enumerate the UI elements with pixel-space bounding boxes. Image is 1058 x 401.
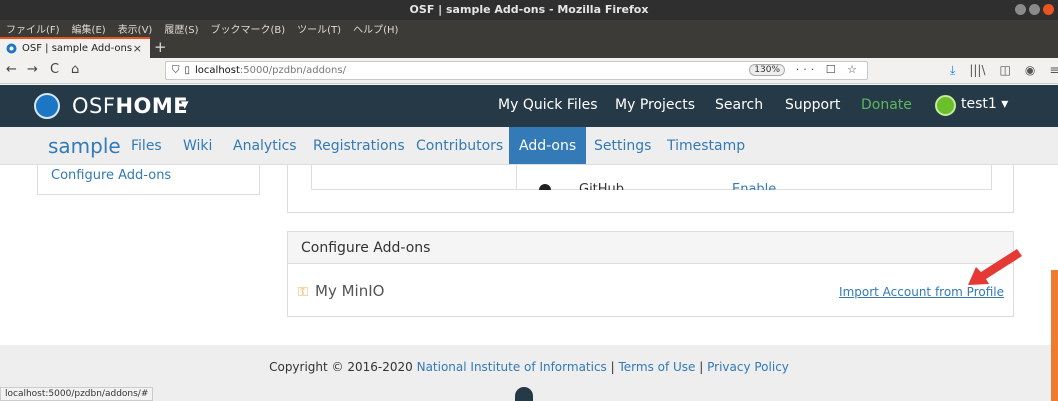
tab-settings[interactable]: Settings bbox=[594, 138, 651, 154]
configure-addons-link[interactable]: Configure Add-ons bbox=[51, 168, 171, 183]
project-nav: sample Files Wiki Analytics Registration… bbox=[0, 127, 1058, 165]
copyright-line: Copyright © 2016-2020 National Institute… bbox=[0, 360, 1058, 374]
nii-link[interactable]: National Institute of Informatics bbox=[417, 360, 607, 374]
tab-wiki[interactable]: Wiki bbox=[183, 138, 212, 154]
tab-files[interactable]: Files bbox=[131, 138, 162, 154]
nav-my-projects[interactable]: My Projects bbox=[615, 97, 695, 113]
window-titlebar: OSF | sample Add-ons - Mozilla Firefox bbox=[0, 0, 1058, 20]
osf-home-brand[interactable]: OSFHOME bbox=[72, 94, 188, 118]
menu-view[interactable]: 表示(V) bbox=[118, 21, 153, 36]
back-icon[interactable]: ← bbox=[6, 62, 17, 77]
tab-close-icon[interactable]: × bbox=[133, 42, 142, 55]
copyright-text: Copyright © 2016-2020 bbox=[269, 360, 413, 374]
new-tab-button[interactable]: + bbox=[154, 38, 167, 56]
status-bar-url: localhost:5000/pzdbn/addons/# bbox=[0, 387, 154, 401]
url-host: localhost bbox=[195, 65, 240, 76]
addon-name: GitHub bbox=[579, 182, 625, 190]
github-footer-icon[interactable] bbox=[515, 387, 533, 401]
panel-header: Configure Add-ons bbox=[288, 232, 1013, 264]
osf-favicon-icon bbox=[6, 43, 17, 54]
terms-link[interactable]: Terms of Use bbox=[618, 360, 695, 374]
user-menu[interactable]: test1 ▾ bbox=[961, 96, 1008, 112]
tab-registrations[interactable]: Registrations bbox=[313, 138, 405, 154]
window-title: OSF | sample Add-ons - Mozilla Firefox bbox=[409, 3, 649, 16]
url-path: :5000/pzdbn/addons/ bbox=[239, 65, 346, 76]
nav-donate[interactable]: Donate bbox=[861, 97, 912, 113]
shield-icon: ⛉ bbox=[172, 65, 180, 76]
hamburger-menu-icon[interactable]: ≡ bbox=[1049, 63, 1058, 78]
osf-navbar: OSFHOME ▾ My Quick Files My Projects Sea… bbox=[0, 85, 1058, 127]
menu-bookmarks[interactable]: ブックマーク(B) bbox=[211, 21, 286, 36]
service-dropdown-icon[interactable]: ▾ bbox=[181, 95, 189, 113]
menu-bar: ファイル(F) 編集(E) 表示(V) 履歴(S) ブックマーク(B) ツール(… bbox=[0, 20, 1058, 37]
menu-tools[interactable]: ツール(T) bbox=[297, 21, 341, 36]
osf-logo-icon[interactable] bbox=[34, 93, 60, 119]
tab-add-ons[interactable]: Add-ons bbox=[509, 127, 587, 164]
menu-file[interactable]: ファイル(F) bbox=[6, 21, 60, 36]
tab-analytics[interactable]: Analytics bbox=[233, 138, 297, 154]
project-title[interactable]: sample bbox=[48, 134, 121, 158]
addon-list-box bbox=[311, 165, 992, 190]
zoom-indicator[interactable]: 130% bbox=[749, 64, 785, 76]
scrollbar-thumb[interactable] bbox=[1051, 270, 1058, 401]
privacy-link[interactable]: Privacy Policy bbox=[707, 360, 789, 374]
nav-my-quick-files[interactable]: My Quick Files bbox=[498, 97, 598, 113]
tab-bar: OSF | sample Add-ons × + bbox=[0, 37, 1058, 58]
maximize-button[interactable] bbox=[1029, 4, 1040, 15]
close-window-button[interactable] bbox=[1043, 4, 1054, 15]
addon-title: My MinIO bbox=[315, 282, 385, 300]
page-actions-icon[interactable]: ··· ☐ ☆ bbox=[796, 63, 861, 76]
main-content: Configure Add-ons GitHub Enable Configur… bbox=[0, 165, 1058, 345]
url-bar[interactable]: ⛉ ▯ localhost:5000/pzdbn/addons/ 130% ··… bbox=[165, 61, 868, 80]
home-icon[interactable]: ⌂ bbox=[71, 62, 79, 77]
addon-select-panel: GitHub Enable bbox=[287, 165, 1014, 213]
separator: | bbox=[695, 360, 708, 374]
panel-title: Configure Add-ons bbox=[301, 240, 431, 256]
enable-link[interactable]: Enable bbox=[732, 181, 776, 190]
download-icon[interactable]: ⤓ bbox=[950, 63, 955, 78]
red-arrow-annotation-icon bbox=[968, 249, 1022, 285]
menu-history[interactable]: 履歴(S) bbox=[164, 21, 198, 36]
github-icon bbox=[539, 184, 551, 190]
separator: | bbox=[606, 360, 619, 374]
window-controls bbox=[1015, 4, 1054, 15]
nav-support[interactable]: Support bbox=[785, 97, 840, 113]
left-sidebar-panel: Configure Add-ons bbox=[37, 165, 260, 195]
toolbar-icons: ⤓ |||\ ◫ ◉ ≡ bbox=[950, 63, 1058, 78]
account-icon[interactable]: ◉ bbox=[1025, 63, 1035, 78]
browser-navbar: ← → C ⌂ ⛉ ▯ localhost:5000/pzdbn/addons/… bbox=[0, 58, 1058, 84]
library-icon[interactable]: |||\ bbox=[969, 63, 985, 78]
key-icon: ⚿ bbox=[298, 285, 308, 300]
nav-search[interactable]: Search bbox=[715, 97, 763, 113]
browser-tab[interactable]: OSF | sample Add-ons × bbox=[0, 37, 150, 58]
sidebar-icon[interactable]: ◫ bbox=[999, 63, 1010, 78]
tab-timestamp[interactable]: Timestamp bbox=[667, 138, 745, 154]
minimize-button[interactable] bbox=[1015, 4, 1026, 15]
configure-addons-panel: Configure Add-ons ⚿ My MinIO Import Acco… bbox=[287, 231, 1014, 317]
avatar[interactable] bbox=[935, 95, 956, 116]
forward-icon[interactable]: → bbox=[27, 62, 38, 77]
tab-label: OSF | sample Add-ons bbox=[22, 43, 133, 54]
page-icon: ▯ bbox=[184, 65, 191, 76]
footer: Copyright © 2016-2020 National Institute… bbox=[0, 345, 1058, 401]
menu-help[interactable]: ヘルプ(H) bbox=[353, 21, 398, 36]
reload-icon[interactable]: C bbox=[50, 62, 59, 77]
tab-contributors[interactable]: Contributors bbox=[416, 138, 503, 154]
divider bbox=[516, 165, 517, 190]
menu-edit[interactable]: 編集(E) bbox=[72, 21, 106, 36]
